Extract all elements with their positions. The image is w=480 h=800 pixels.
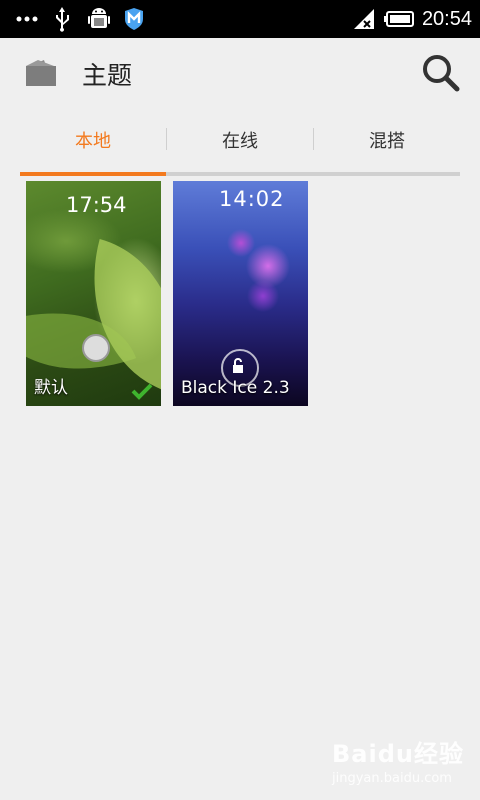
- search-icon[interactable]: [420, 52, 462, 94]
- baidu-watermark: Baidu经验 jingyan.baidu.com: [332, 734, 472, 790]
- watermark-url: jingyan.baidu.com: [332, 771, 452, 786]
- lockscreen-clock: 14:02: [219, 187, 285, 211]
- theme-cards-icon: [24, 58, 60, 88]
- tab-mix[interactable]: 混搭: [314, 110, 460, 170]
- unlock-icon: [82, 334, 110, 362]
- tab-active-indicator: [20, 172, 166, 176]
- theme-name: 默认: [34, 378, 68, 398]
- more-icon: [16, 0, 38, 38]
- page-title: 主题: [82, 61, 133, 90]
- applied-check-icon: [131, 382, 153, 400]
- tab-online[interactable]: 在线: [167, 110, 313, 170]
- usb-icon: [52, 0, 72, 38]
- tab-local[interactable]: 本地: [20, 110, 166, 170]
- status-bar: 20:54: [0, 0, 480, 38]
- signal-icon: [352, 0, 376, 38]
- theme-card-default[interactable]: 17:54 默认: [26, 181, 161, 406]
- shield-m-icon: [124, 0, 144, 38]
- tab-bar: 本地 在线 混搭: [20, 110, 460, 176]
- battery-icon: [384, 0, 414, 38]
- status-time: 20:54: [421, 7, 472, 30]
- theme-name: Black Ice 2.3: [181, 378, 290, 398]
- android-debug-icon: [88, 0, 110, 38]
- watermark-brand: Baidu经验: [332, 740, 464, 768]
- theme-card-black-ice[interactable]: 14:02 Black Ice 2.3: [173, 181, 308, 406]
- lockscreen-clock: 17:54: [66, 193, 127, 217]
- app-header: 主题: [0, 38, 480, 110]
